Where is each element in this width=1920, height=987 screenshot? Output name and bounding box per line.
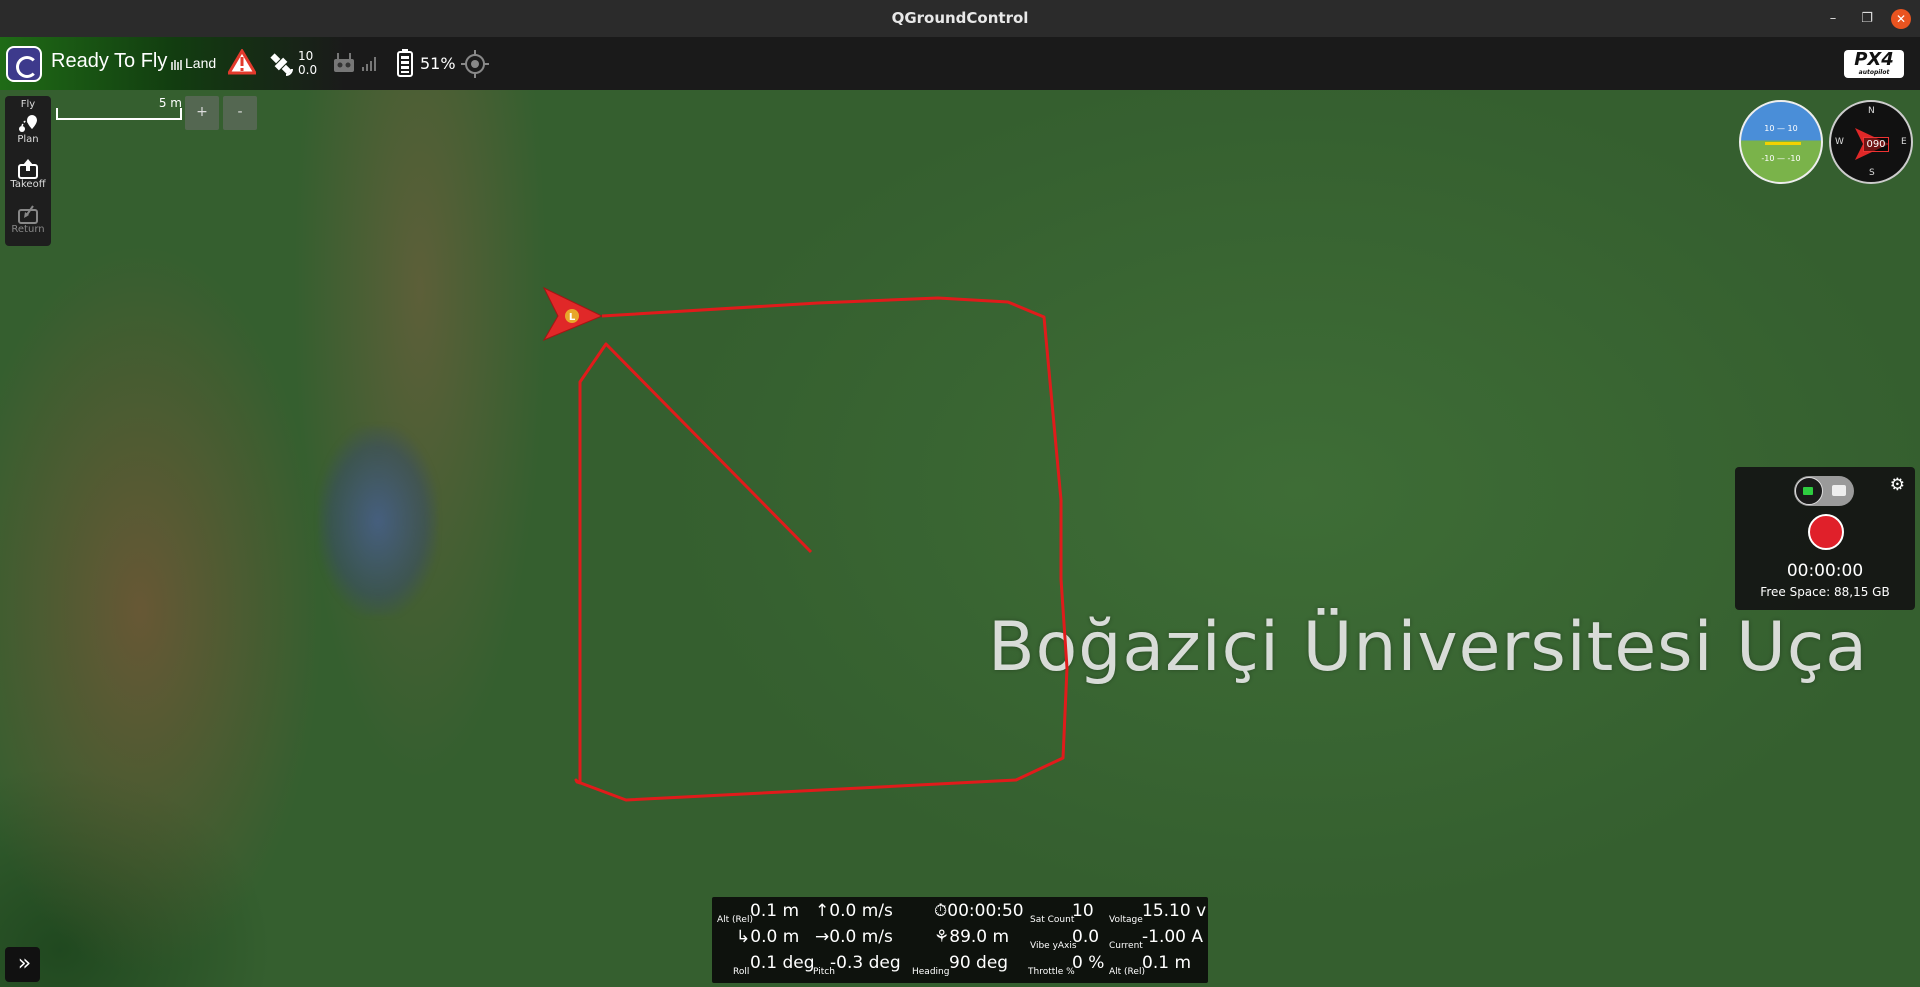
map-scale-label: 5 m <box>158 96 182 110</box>
vehicle-marker[interactable]: L <box>540 286 602 342</box>
climb-rate-value: ↑0.0 m/s <box>815 901 893 921</box>
flight-track <box>574 296 1069 802</box>
warning-icon[interactable] <box>228 49 256 75</box>
photo-mode-icon <box>1832 485 1846 496</box>
compass-w: W <box>1835 137 1844 147</box>
plan-icon <box>19 115 37 132</box>
dist-start-value: ⚘89.0 m <box>934 927 1010 947</box>
ground-speed-value: →0.0 m/s <box>815 927 893 947</box>
window-title: QGroundControl <box>891 9 1029 27</box>
alt-rel-value: 0.1 m <box>750 901 799 921</box>
map-scale: 5 m <box>56 96 182 126</box>
heading-label: Heading <box>912 967 950 977</box>
record-button[interactable] <box>1808 514 1844 550</box>
pitch-up-label: 10 — 10 <box>1764 124 1798 133</box>
horizon-marker <box>1765 142 1801 145</box>
compass[interactable]: N E S W 090 <box>1829 100 1913 184</box>
tool-plan[interactable]: Plan <box>5 114 51 145</box>
throttle-value: 0 % <box>1072 953 1105 973</box>
maximize-button[interactable]: ❐ <box>1857 9 1877 29</box>
close-button[interactable]: ✕ <box>1891 9 1911 29</box>
free-space: Free Space: 88,15 GB <box>1760 585 1890 599</box>
gear-icon[interactable]: ⚙ <box>1890 475 1905 495</box>
tool-fly[interactable]: Fly <box>5 99 51 110</box>
flight-time-value: ⏱00:00:50 <box>934 901 1024 921</box>
collapse-button[interactable]: » <box>5 947 40 982</box>
heading-value: 90 deg <box>949 953 1009 973</box>
zoom-in-button[interactable]: + <box>185 96 219 130</box>
voltage-value: 15.10 v <box>1142 901 1207 921</box>
alt-rel-label: Alt (Rel) <box>717 915 753 925</box>
roll-value: 0.1 deg <box>750 953 815 973</box>
current-label: Current <box>1109 941 1143 951</box>
vibe-label: Vibe yAxis <box>1030 941 1077 951</box>
return-icon <box>18 205 38 224</box>
main-toolbar: Ready To Fly Land 10 0.0 51% PX4 autopil… <box>0 37 1920 90</box>
brand-subtitle: autopilot <box>1858 69 1890 76</box>
tool-return[interactable]: Return <box>5 204 51 235</box>
tool-plan-label: Plan <box>17 134 39 145</box>
takeoff-icon <box>18 159 38 179</box>
gps-rtk-icon[interactable] <box>461 50 489 78</box>
pitch-down-label: -10 — -10 <box>1761 154 1801 163</box>
vibe-value: 0.0 <box>1072 927 1100 947</box>
brand-name: PX4 <box>1854 49 1894 70</box>
compass-e: E <box>1901 137 1907 147</box>
vehicle-marker-label: L <box>569 312 576 323</box>
record-elapsed: 00:00:00 <box>1786 561 1864 581</box>
vehicle-status[interactable]: Ready To Fly <box>51 50 167 73</box>
rc-transmitter-icon[interactable] <box>333 53 355 73</box>
qgc-logo-icon[interactable] <box>6 46 42 82</box>
minimize-button[interactable]: – <box>1823 9 1843 29</box>
gps-satellite-icon[interactable] <box>266 49 296 79</box>
flight-mode[interactable]: Land <box>185 55 216 71</box>
window-titlebar: QGroundControl – ❐ ✕ <box>0 0 1920 37</box>
camera-panel: ⚙ 00:00:00 Free Space: 88,15 GB <box>1735 467 1915 610</box>
tool-strip: Fly Plan Takeoff Return <box>5 96 51 246</box>
camera-mode-toggle[interactable] <box>1794 476 1854 506</box>
alt-rel2-value: 0.1 m <box>1142 953 1191 973</box>
dist-home-value: ↳0.0 m <box>736 927 800 947</box>
tool-fly-label: Fly <box>20 99 36 110</box>
tool-takeoff[interactable]: Takeoff <box>5 159 51 190</box>
gps-sat-count: 10 <box>298 49 314 63</box>
gps-hdop: 0.0 <box>298 63 318 77</box>
battery-percent[interactable]: 51% <box>420 54 456 73</box>
sat-count-value: 10 <box>1072 901 1094 921</box>
px4-logo: PX4 autopilot <box>1844 50 1904 78</box>
signal-strength-icon <box>362 57 376 71</box>
flight-path <box>574 296 1069 802</box>
zoom-out-button[interactable]: - <box>223 96 257 130</box>
tool-takeoff-label: Takeoff <box>10 179 46 190</box>
roll-label: Roll <box>733 967 750 977</box>
throttle-label: Throttle % <box>1028 967 1075 977</box>
compass-s: S <box>1869 168 1875 178</box>
gps-info: 10 0.0 <box>298 49 317 77</box>
map-scale-bar <box>56 108 182 120</box>
compass-heading: 090 <box>1863 137 1889 152</box>
battery-icon[interactable] <box>397 49 413 77</box>
compass-n: N <box>1868 106 1875 116</box>
video-mode-icon <box>1795 477 1823 505</box>
pitch-value: -0.3 deg <box>830 953 901 973</box>
flight-mode-icon <box>171 60 182 70</box>
attitude-indicator[interactable]: 10 — 10 -10 — -10 <box>1739 100 1823 184</box>
map-view[interactable]: Boğaziçi Üniversitesi Uça L <box>0 90 1920 987</box>
telemetry-panel[interactable]: Alt (Rel) 0.1 m ↑0.0 m/s ⏱00:00:50 Sat C… <box>712 897 1208 983</box>
sat-count-label: Sat Count <box>1030 915 1075 925</box>
current-value: -1.00 A <box>1142 927 1204 947</box>
alt-rel2-label: Alt (Rel) <box>1109 967 1145 977</box>
tool-return-label: Return <box>11 224 45 235</box>
voltage-label: Voltage <box>1109 915 1143 925</box>
